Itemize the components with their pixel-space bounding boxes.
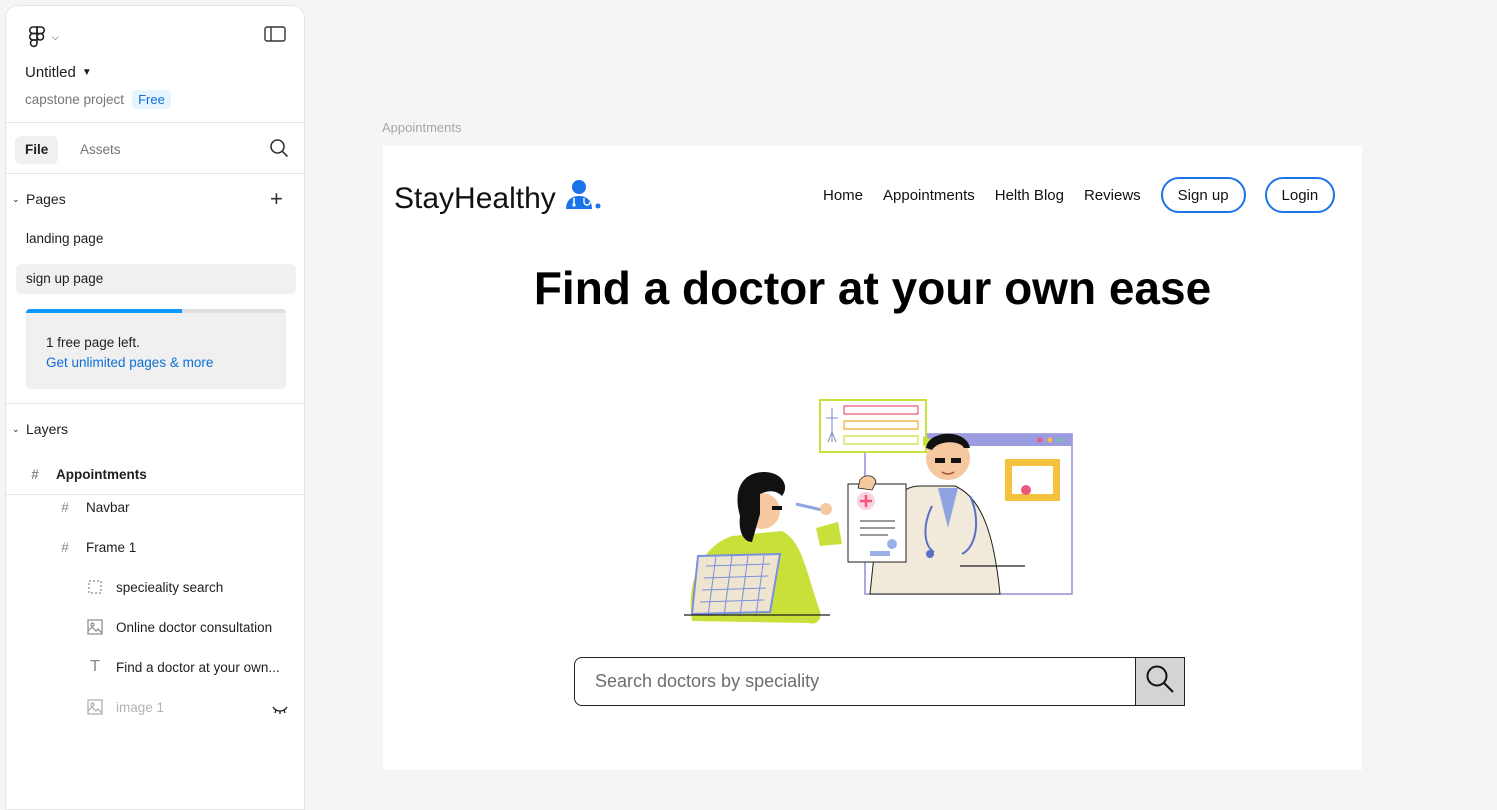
chevron-down-icon: ▼ [81, 67, 92, 78]
login-button[interactable]: Login [1264, 177, 1336, 213]
frame-icon: # [31, 466, 39, 482]
search-icon [1145, 664, 1175, 699]
layer-label: image 1 [116, 699, 165, 715]
speciality-search [574, 657, 1185, 706]
eye-closed-icon [272, 701, 288, 718]
upgrade-link[interactable]: Get unlimited pages & more [46, 355, 213, 370]
layer-speciality-search[interactable]: specieality search [86, 572, 223, 602]
tab-file[interactable]: File [15, 136, 59, 164]
layers-section-header[interactable]: ⌄ Layers [12, 421, 68, 437]
file-header: ⌵ Untitled ▼ capstone project Free [6, 6, 304, 123]
frame-icon: # [61, 499, 69, 515]
image-icon [86, 698, 104, 716]
speciality-search-input[interactable] [574, 657, 1135, 706]
layer-navbar[interactable]: # Navbar [56, 492, 130, 522]
layer-online-doctor-consultation[interactable]: Online doctor consultation [86, 612, 272, 642]
figma-logo-icon [28, 26, 46, 48]
page-limit-progress [26, 309, 286, 313]
tab-assets[interactable]: Assets [70, 136, 131, 164]
divider [6, 403, 304, 404]
signup-button[interactable]: Sign up [1160, 177, 1246, 213]
chevron-down-icon: ⌄ [12, 423, 20, 434]
layer-label: Navbar [86, 499, 130, 515]
pages-header-label: Pages [26, 191, 66, 207]
layer-appointments[interactable]: # Appointments [26, 459, 147, 489]
brand-name: StayHealthy [394, 182, 556, 215]
layer-label: Find a doctor at your own... [116, 659, 280, 675]
project-name[interactable]: capstone project [25, 92, 124, 107]
file-title-text: Untitled [25, 64, 76, 81]
plus-icon: + [270, 186, 283, 211]
left-sidebar: ⌵ Untitled ▼ capstone project Free File … [5, 5, 305, 810]
hero-title: Find a doctor at your own ease [533, 262, 1212, 314]
toggle-visibility-button[interactable] [272, 701, 288, 719]
page-limit-notice: 1 free page left. Get unlimited pages & … [26, 309, 286, 389]
dashed-frame-icon [86, 578, 104, 596]
nav-link-reviews[interactable]: Reviews [1084, 187, 1141, 204]
doctor-logo-icon [564, 179, 602, 219]
page-item-landing[interactable]: landing page [16, 224, 296, 254]
nav-link-health-blog[interactable]: Helth Blog [995, 187, 1064, 204]
main-menu-button[interactable]: ⌵ [28, 26, 59, 48]
nav-link-home[interactable]: Home [823, 187, 863, 204]
image-icon [86, 618, 104, 636]
page-limit-text: 1 free page left. [46, 335, 140, 350]
chevron-down-icon: ⌵ [52, 31, 59, 42]
add-page-button[interactable]: + [270, 188, 283, 210]
file-title[interactable]: Untitled ▼ [25, 64, 92, 81]
search-icon [269, 139, 289, 162]
text-icon: T [90, 658, 100, 675]
frame-label[interactable]: Appointments [382, 120, 462, 135]
divider [6, 494, 304, 495]
speciality-search-button[interactable] [1135, 657, 1185, 706]
layer-label: Frame 1 [86, 539, 137, 555]
plan-badge[interactable]: Free [132, 90, 171, 109]
layer-image-1[interactable]: image 1 [86, 692, 164, 722]
pages-section-header[interactable]: ⌄ Pages [12, 191, 66, 207]
layer-frame-1[interactable]: # Frame 1 [56, 532, 136, 562]
sidebar-toggle-icon [264, 26, 286, 46]
toggle-sidebar-button[interactable] [264, 26, 286, 47]
online-doctor-consultation-image [680, 396, 1080, 636]
project-line: capstone project Free [25, 90, 171, 109]
layers-header-label: Layers [26, 421, 69, 437]
brand-logo[interactable]: StayHealthy [394, 179, 602, 219]
chevron-down-icon: ⌄ [12, 193, 20, 204]
sidebar-tabs: File Assets [6, 123, 304, 174]
search-layers-button[interactable] [269, 138, 289, 163]
navbar: Home Appointments Helth Blog Reviews Sig… [823, 177, 1336, 213]
page-limit-progress-fill [26, 309, 182, 313]
nav-link-appointments[interactable]: Appointments [883, 187, 975, 204]
layer-label: Online doctor consultation [116, 619, 273, 635]
layer-hero-text[interactable]: T Find a doctor at your own... [86, 652, 280, 682]
appointments-frame[interactable]: StayHealthy Home Appointments Helth Blog… [383, 146, 1362, 770]
frame-icon: # [61, 539, 69, 555]
layer-label: Appointments [56, 466, 147, 482]
page-item-signup[interactable]: sign up page [16, 264, 296, 294]
layer-label: specieality search [116, 579, 224, 595]
